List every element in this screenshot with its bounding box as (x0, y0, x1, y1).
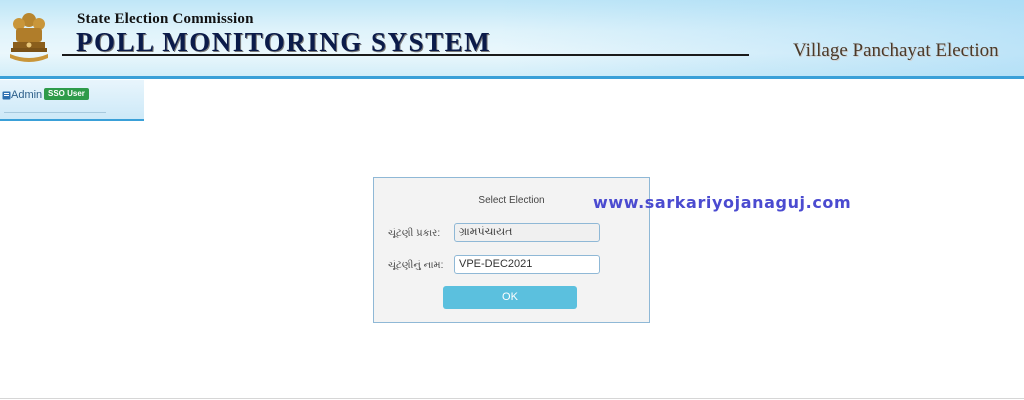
watermark-text: www.sarkariyojanaguj.com (593, 193, 852, 212)
election-name-label: ચૂંટણીનું નામ: (388, 260, 444, 271)
user-panel: Admin SSO User (0, 80, 144, 121)
panel-divider (4, 112, 106, 113)
election-type-title: Village Panchayat Election (793, 40, 999, 61)
header-banner: State Election Commission POLL MONITORIN… (0, 0, 1024, 79)
election-type-field[interactable]: ગ્રામપંચાયત (454, 223, 600, 242)
bottom-divider (0, 398, 1024, 399)
national-emblem-icon (10, 13, 48, 62)
election-name-field[interactable]: VPE-DEC2021 (454, 255, 600, 274)
ok-button[interactable]: OK (443, 286, 577, 309)
book-icon (2, 91, 11, 100)
commission-title: State Election Commission (77, 11, 254, 27)
title-underline (62, 54, 749, 56)
sso-user-badge: SSO User (44, 88, 89, 100)
admin-link[interactable]: Admin (11, 89, 42, 101)
header-glow (500, 0, 1024, 76)
election-type-label: ચૂંટણી પ્રકાર: (388, 228, 441, 239)
